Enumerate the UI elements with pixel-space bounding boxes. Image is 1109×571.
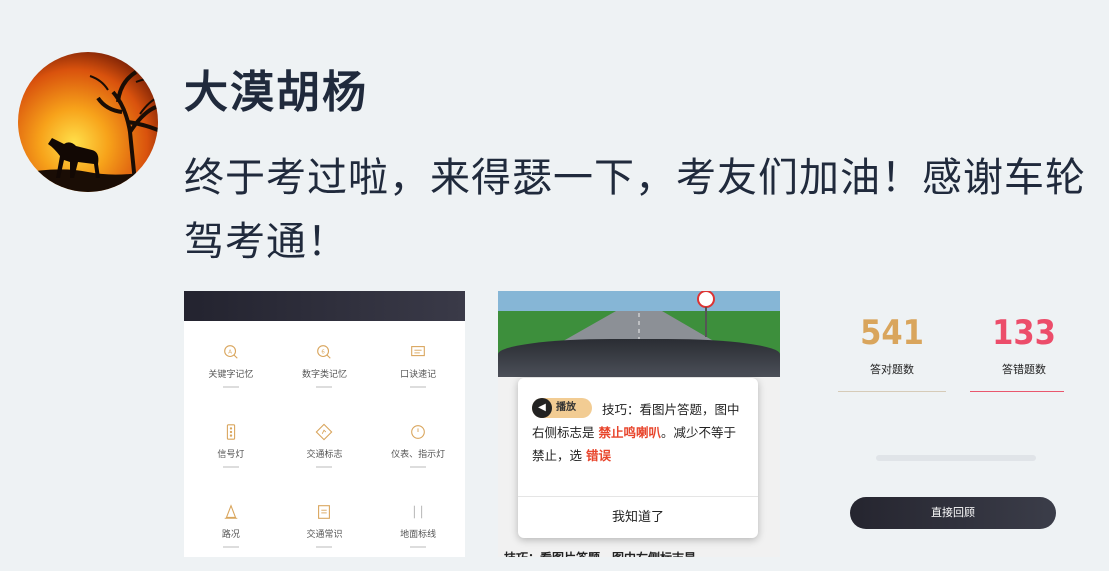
tip-answer: 错误 <box>586 448 612 463</box>
post-image-stats[interactable]: 541 答对题数 133 答错题数 直接回顾 <box>836 291 1064 557</box>
car-dashboard <box>498 339 780 377</box>
category-label: 关键字记忆 <box>208 370 254 380</box>
cone-icon <box>224 504 238 519</box>
category-grid: A 关键字记忆 6 数字类记忆 口诀速记 信号灯 交通标志 仪表、指示灯 路况 … <box>184 321 465 557</box>
category-sub <box>222 546 239 548</box>
wrong-label: 答错题数 <box>1002 363 1046 376</box>
category-sub <box>316 546 333 548</box>
post-image-categories[interactable]: A 关键字记忆 6 数字类记忆 口诀速记 信号灯 交通标志 仪表、指示灯 路况 … <box>184 291 465 557</box>
username[interactable]: 大漠胡杨 <box>184 62 368 124</box>
magnifier-6-icon: 6 <box>317 345 332 359</box>
category-sub <box>410 466 427 468</box>
tip-dialog: ◀ 播放 技巧：看图片答题，图中右侧标志是 禁止鸣喇叭。减少不等于禁止，选 错误… <box>518 378 758 538</box>
correct-underline <box>838 391 946 392</box>
review-button[interactable]: 直接回顾 <box>850 497 1056 529</box>
svg-text:A: A <box>228 349 232 355</box>
category-label: 路况 <box>221 530 240 540</box>
category-item[interactable]: A 关键字记忆 <box>184 333 278 413</box>
tip-text: 技巧：看图片答题，图中右侧标志是 禁止鸣喇叭。减少不等于禁止，选 错误 <box>532 398 746 467</box>
category-sub <box>316 386 333 388</box>
faded-hint <box>876 455 1036 461</box>
wrong-underline <box>970 391 1064 392</box>
correct-label: 答对题数 <box>870 363 914 376</box>
gauge-icon <box>411 425 425 439</box>
category-label: 仪表、指示灯 <box>391 450 446 460</box>
confirm-button[interactable]: 我知道了 <box>518 497 758 538</box>
magnifier-a-icon: A <box>223 345 238 359</box>
category-label: 交通标志 <box>306 450 343 460</box>
category-item[interactable]: 仪表、指示灯 <box>371 413 465 493</box>
app-header-bar <box>184 291 465 321</box>
avatar-image <box>18 52 158 192</box>
category-label: 地面标线 <box>400 530 437 540</box>
category-sub <box>410 546 427 548</box>
avatar[interactable] <box>18 52 158 192</box>
message-icon <box>411 346 425 357</box>
category-sub <box>222 386 239 388</box>
category-item[interactable]: 地面标线 <box>371 493 465 557</box>
category-item[interactable]: 路况 <box>184 493 278 557</box>
category-sub <box>410 386 427 388</box>
correct-stat: 541 答对题数 <box>836 311 948 392</box>
post-text: 终于考过啦，来得瑟一下，考友们加油！感谢车轮驾考通！ <box>184 155 1086 265</box>
category-label: 交通常识 <box>306 530 343 540</box>
category-item[interactable]: 交通常识 <box>278 493 372 557</box>
document-icon <box>318 505 331 519</box>
category-label: 信号灯 <box>217 450 245 460</box>
wrong-count: 133 <box>992 313 1056 353</box>
category-item[interactable]: 交通标志 <box>278 413 372 493</box>
bottom-peek-text: 技巧：看图片答题，图中右侧标志是 <box>504 549 696 557</box>
category-item[interactable]: 信号灯 <box>184 413 278 493</box>
post-image-question[interactable]: ◀ 播放 技巧：看图片答题，图中右侧标志是 禁止鸣喇叭。减少不等于禁止，选 错误… <box>498 291 780 557</box>
tip-highlight: 禁止鸣喇叭 <box>598 425 662 440</box>
category-item[interactable]: 口诀速记 <box>371 333 465 413</box>
svg-text:6: 6 <box>322 349 326 355</box>
category-item[interactable]: 6 数字类记忆 <box>278 333 372 413</box>
lane-lines-icon <box>414 505 423 519</box>
correct-count: 541 <box>860 313 924 353</box>
sign-diamond-icon <box>316 423 333 441</box>
category-sub <box>222 466 239 468</box>
category-label: 数字类记忆 <box>301 370 347 380</box>
traffic-light-icon <box>226 424 235 440</box>
wrong-stat: 133 答错题数 <box>968 311 1064 392</box>
category-label: 口诀速记 <box>400 370 437 380</box>
category-sub <box>316 466 333 468</box>
